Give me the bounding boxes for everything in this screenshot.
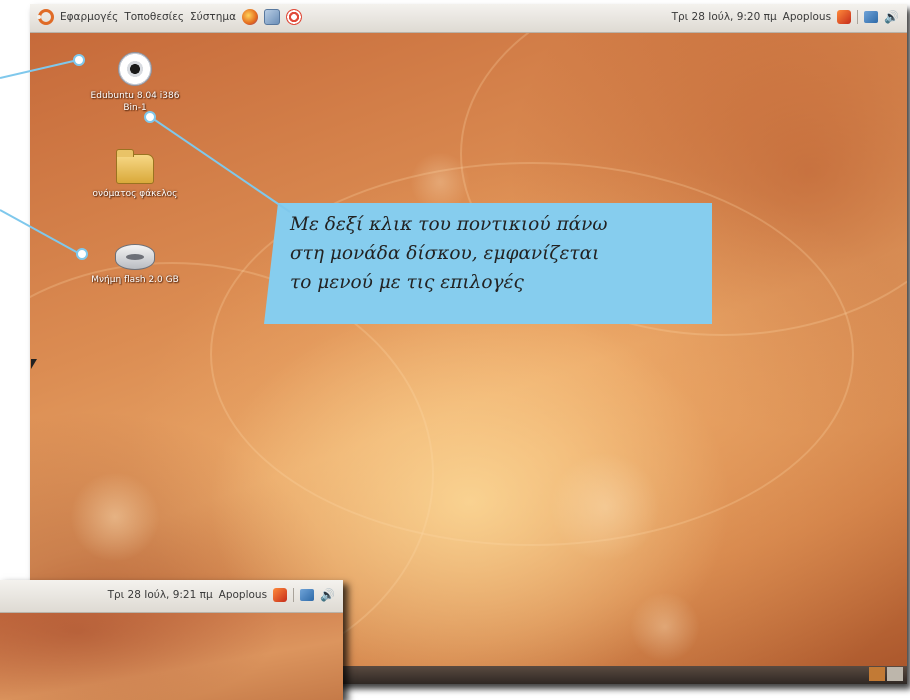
second-panel-tray: Τρι 28 Ιούλ, 9:21 πμ Apoplous 🔊 (108, 588, 335, 602)
firefox-icon[interactable] (242, 9, 258, 25)
callout-line-1: Με δεξί κλικ του ποντικιού πάνω (290, 214, 608, 235)
desktop-icon-usb-drive[interactable]: Μνήμη flash 2.0 GB (70, 244, 200, 286)
second-panel-clock[interactable]: Τρι 28 Ιούλ, 9:21 πμ (108, 589, 213, 601)
menu-system[interactable]: Σύστημα (190, 11, 236, 23)
top-panel: Εφαρμογές Τοποθεσίες Σύστημα Τρι 28 Ιούλ… (30, 4, 907, 33)
desktop-icon-label: Edubuntu 8.04 i386 Bin-1 (70, 90, 200, 114)
cdrom-label-line2: Bin-1 (123, 103, 147, 113)
second-shutdown-icon[interactable] (273, 588, 288, 602)
desktop-icon-cdrom[interactable]: Edubuntu 8.04 i386 Bin-1 (70, 52, 200, 114)
second-panel-separator (293, 588, 295, 602)
workspace-switcher-1[interactable] (869, 667, 885, 681)
second-desktop-window: Τρι 28 Ιούλ, 9:21 πμ Apoplous 🔊 (0, 580, 343, 700)
second-volume-icon[interactable]: 🔊 (320, 588, 335, 602)
second-network-icon[interactable] (300, 589, 315, 601)
desktop-icon-folder[interactable]: ονόματος φάκελος (70, 149, 200, 200)
folder-icon[interactable] (116, 149, 154, 184)
workspace-switcher-2[interactable] (887, 667, 903, 681)
callout-line-3: το μενού με τις επιλογές (290, 272, 524, 293)
folder-label: ονόματος φάκελος (92, 189, 178, 199)
second-top-panel: Τρι 28 Ιούλ, 9:21 πμ Apoplous 🔊 (0, 580, 343, 613)
menu-applications[interactable]: Εφαρμογές (60, 11, 118, 23)
panel-clock[interactable]: Τρι 28 Ιούλ, 9:20 πμ (672, 11, 777, 23)
volume-icon[interactable]: 🔊 (884, 10, 899, 24)
network-icon[interactable] (864, 11, 879, 23)
second-panel-user[interactable]: Apoplous (219, 589, 267, 601)
callout-line-2: στη μονάδα δίσκου, εμφανίζεται (290, 243, 600, 264)
panel-separator (857, 10, 859, 24)
panel-user[interactable]: Apoplous (783, 11, 831, 23)
help-icon[interactable] (286, 9, 302, 25)
mail-icon[interactable] (264, 9, 280, 25)
cdrom-label-line1: Edubuntu 8.04 i386 (90, 91, 180, 101)
panel-tray: Τρι 28 Ιούλ, 9:20 πμ Apoplous 🔊 (672, 10, 899, 24)
panel-menus: Εφαρμογές Τοποθεσίες Σύστημα (37, 9, 302, 25)
second-wallpaper (0, 612, 343, 700)
shutdown-icon[interactable] (837, 10, 852, 24)
cd-icon[interactable] (118, 52, 152, 86)
callout-text: Με δεξί κλικ του ποντικιού πάνω στη μονά… (290, 210, 710, 297)
drive-icon[interactable] (115, 244, 155, 270)
ubuntu-logo-icon[interactable] (37, 9, 54, 25)
menu-places[interactable]: Τοποθεσίες (124, 11, 184, 23)
drive-label: Μνήμη flash 2.0 GB (91, 275, 179, 285)
mouse-cursor (31, 359, 37, 369)
